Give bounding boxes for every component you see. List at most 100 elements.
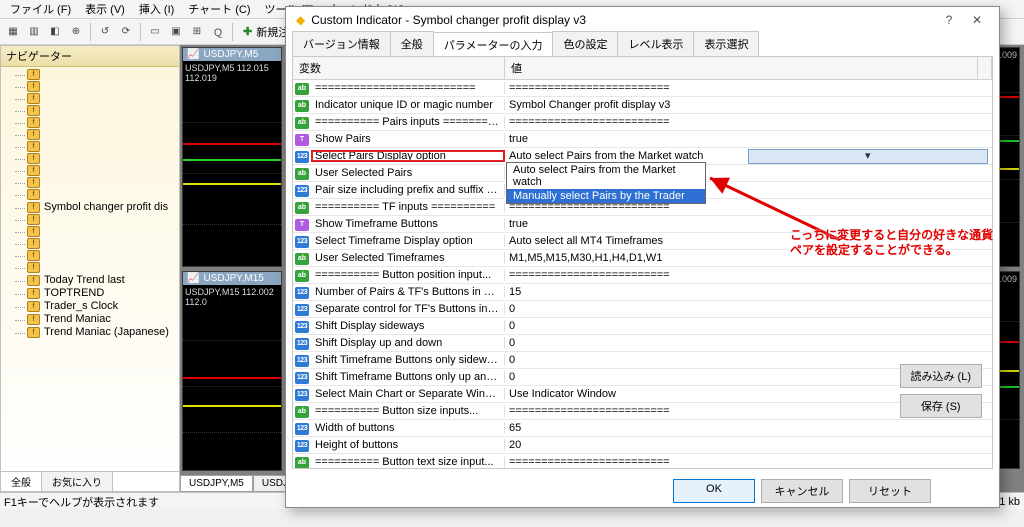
toolbar-icon[interactable]: ▦ (4, 23, 22, 41)
dropdown-option[interactable]: Manually select Pairs by the Trader (507, 189, 705, 203)
param-name: Shift Timeframe Buttons only sideways (311, 354, 505, 366)
ok-button[interactable]: OK (673, 479, 755, 503)
param-row[interactable]: abIndicator unique ID or magic numberSym… (293, 97, 992, 114)
param-name: Select Pairs Display option (311, 150, 505, 162)
param-row[interactable]: 123Height of buttons20 (293, 437, 992, 454)
indicator-icon: f (27, 301, 40, 312)
grid-rows[interactable]: ab======================================… (293, 80, 992, 468)
menu-item[interactable]: チャート (C) (182, 0, 256, 18)
param-value-cell[interactable]: 0 (505, 337, 992, 349)
param-value: true (509, 218, 528, 230)
param-value-cell[interactable]: 0 (505, 320, 992, 332)
toolbar-icon[interactable]: ▣ (167, 23, 185, 41)
param-row[interactable]: 123Shift Display up and down0 (293, 335, 992, 352)
save-button[interactable]: 保存 (S) (900, 394, 983, 418)
param-value-cell[interactable]: ========================= (505, 269, 992, 281)
param-row[interactable]: 123Separate control for TF's Buttons in … (293, 301, 992, 318)
tree-item[interactable]: fTOPTREND (15, 287, 179, 300)
param-row[interactable]: 123Shift Timeframe Buttons only sideways… (293, 352, 992, 369)
load-button[interactable]: 読み込み (L) (900, 364, 983, 388)
param-value-cell[interactable]: true (505, 133, 992, 145)
menu-item[interactable]: 表示 (V) (79, 0, 131, 18)
nav-tab-all[interactable]: 全般 (1, 472, 42, 491)
dropdown-popup[interactable]: Auto select Pairs from the Market watchM… (506, 162, 706, 204)
chevron-down-icon[interactable]: ▾ (748, 149, 989, 164)
close-button[interactable]: ✕ (963, 13, 991, 27)
param-row[interactable]: ab========== Pairs inputs ==============… (293, 114, 992, 131)
toolbar-icon[interactable]: ↺ (96, 23, 114, 41)
dialog-tab[interactable]: 表示選択 (693, 31, 759, 56)
param-value-cell[interactable]: ========================= (505, 116, 992, 128)
dialog-tab[interactable]: パラメーターの入力 (433, 32, 554, 57)
menu-item[interactable]: 挿入 (I) (133, 0, 180, 18)
tree-item[interactable]: f (15, 238, 179, 250)
param-value-cell[interactable]: ========================= (505, 456, 992, 468)
tree-item[interactable]: f (15, 165, 179, 177)
param-value-cell[interactable]: 20 (505, 439, 992, 451)
toolbar-icon[interactable]: ⊞ (188, 23, 206, 41)
param-value-cell[interactable]: ========================= (505, 82, 992, 94)
param-value-cell[interactable]: 0 (505, 303, 992, 315)
chart-window[interactable]: 📈USDJPY,M15 USDJPY,M15 112.002 112.0 (182, 271, 282, 471)
param-value-cell[interactable]: Symbol Changer profit display v3 (505, 99, 992, 111)
tree-item-label: Trend Maniac (44, 313, 111, 325)
dialog-tab[interactable]: バージョン情報 (292, 31, 391, 56)
chart-window[interactable]: 📈USDJPY,M5 USDJPY,M5 112.015 112.019 (182, 47, 282, 267)
param-value-cell[interactable]: 65 (505, 422, 992, 434)
chart-tab[interactable]: USDJPY,M5 (180, 475, 253, 492)
tree-item[interactable]: f Trader_s Clock (15, 300, 179, 313)
tree-item[interactable]: f (15, 226, 179, 238)
param-row[interactable]: 123Width of buttons65 (293, 420, 992, 437)
param-value-cell[interactable]: 15 (505, 286, 992, 298)
nav-tab-fav[interactable]: お気に入り (42, 472, 113, 491)
tree-item[interactable]: f (15, 81, 179, 93)
tree-item-label: Trader_s Clock (44, 300, 118, 312)
param-row[interactable]: TShow Pairstrue (293, 131, 992, 148)
param-name: Shift Timeframe Buttons only up and down (311, 371, 505, 383)
navigator-panel: ナビゲーター (function(){ const d=JSON.parse(d… (0, 45, 180, 492)
tree-item[interactable]: f (15, 153, 179, 165)
tree-item[interactable]: f (15, 117, 179, 129)
tree-item[interactable]: f (15, 129, 179, 141)
menu-item[interactable]: ファイル (F) (4, 0, 77, 18)
param-row[interactable]: 123Select Main Chart or Separate WindowU… (293, 386, 992, 403)
tree-item[interactable]: fToday Trend last (15, 274, 179, 287)
navigator-tree[interactable]: (function(){ const d=JSON.parse(document… (1, 67, 179, 471)
param-name: Shift Display up and down (311, 337, 505, 349)
toolbar-icon[interactable]: ▭ (146, 23, 164, 41)
tree-item[interactable]: fSymbol changer profit dis (15, 201, 179, 214)
help-button[interactable]: ? (935, 13, 963, 27)
toolbar-icon[interactable]: Ｑ (209, 23, 227, 41)
reset-button[interactable]: リセット (849, 479, 931, 503)
tree-item[interactable]: f (15, 69, 179, 81)
chart-icon: 📈 (187, 49, 199, 60)
param-row[interactable]: ab======================================… (293, 80, 992, 97)
tree-item[interactable]: fTrend Maniac (Japanese) (15, 326, 179, 339)
param-row[interactable]: ab========== Button size inputs...======… (293, 403, 992, 420)
annotation-text: こっちに変更すると自分の好きな通貨ペアを設定することができる。 (790, 228, 1000, 258)
tree-item[interactable]: f (15, 105, 179, 117)
param-row[interactable]: 123Number of Pairs & TF's Buttons in a h… (293, 284, 992, 301)
dialog-tab[interactable]: 色の設定 (552, 31, 618, 56)
param-value: 20 (509, 439, 521, 451)
cancel-button[interactable]: キャンセル (761, 479, 843, 503)
tree-item[interactable]: f (15, 177, 179, 189)
dialog-tab[interactable]: レベル表示 (617, 31, 694, 56)
tree-item[interactable]: f (15, 262, 179, 274)
tree-item[interactable]: f (15, 93, 179, 105)
tree-item[interactable]: f (15, 141, 179, 153)
param-row[interactable]: ab========== Button text size input...==… (293, 454, 992, 468)
toolbar-icon[interactable]: ▥ (25, 23, 43, 41)
param-row[interactable]: 123Shift Display sideways0 (293, 318, 992, 335)
tree-item[interactable]: f (15, 189, 179, 201)
dropdown-option[interactable]: Auto select Pairs from the Market watch (507, 163, 705, 189)
tree-item[interactable]: f (15, 250, 179, 262)
dialog-tab[interactable]: 全般 (390, 31, 434, 56)
param-row[interactable]: 123Shift Timeframe Buttons only up and d… (293, 369, 992, 386)
tree-item[interactable]: fTrend Maniac (15, 313, 179, 326)
toolbar-icon[interactable]: ⟳ (117, 23, 135, 41)
tree-item[interactable]: f (15, 214, 179, 226)
toolbar-icon[interactable]: ⊕ (67, 23, 85, 41)
toolbar-icon[interactable]: ◧ (46, 23, 64, 41)
param-row[interactable]: ab========== Button position input...===… (293, 267, 992, 284)
